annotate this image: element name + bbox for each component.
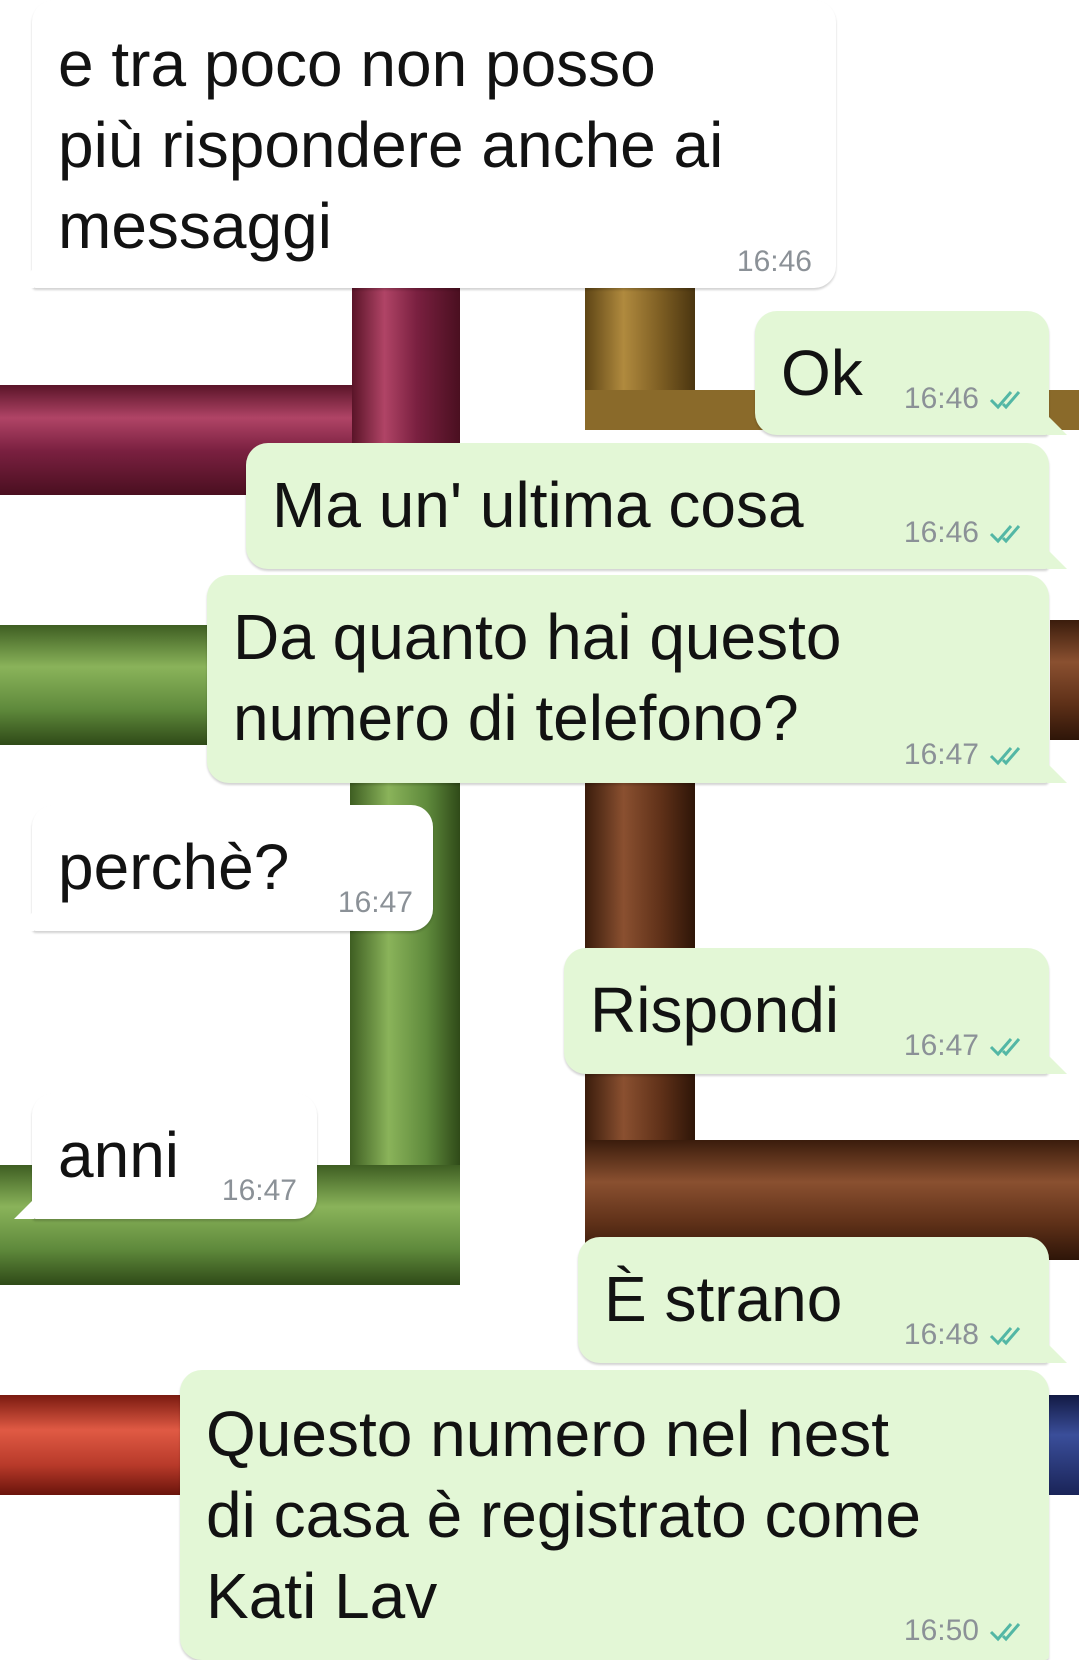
message-time: 16:47 xyxy=(337,886,413,919)
message-time: 16:46 xyxy=(903,516,979,549)
double-check-icon xyxy=(989,525,1021,544)
message-meta: 16:47 xyxy=(222,1175,297,1207)
chat-message-list: e tra poco non posso più rispondere anch… xyxy=(0,0,1079,1660)
message-bubble-outgoing[interactable]: Ma un' ultima cosa 16:46 xyxy=(246,443,1067,569)
double-check-icon xyxy=(989,1327,1021,1346)
message-time: 16:47 xyxy=(221,1174,297,1207)
message-text: Rispondi xyxy=(590,974,840,1046)
message-text: È strano xyxy=(604,1263,843,1335)
message-text: Questo numero nel nest di casa è registr… xyxy=(206,1398,921,1632)
message-bubble-incoming[interactable]: perchè? 16:47 xyxy=(14,805,433,931)
double-check-icon xyxy=(989,747,1021,766)
message-time: 16:50 xyxy=(903,1614,979,1647)
message-meta: 16:47 xyxy=(338,887,413,919)
message-bubble-outgoing[interactable]: Questo numero nel nest di casa è registr… xyxy=(180,1370,1049,1660)
message-text: Ok xyxy=(781,337,863,409)
message-time: 16:46 xyxy=(903,382,979,415)
double-check-icon xyxy=(989,391,1021,410)
message-time: 16:47 xyxy=(903,1029,979,1062)
message-bubble-incoming[interactable]: e tra poco non posso più rispondere anch… xyxy=(14,0,836,288)
message-bubble-outgoing[interactable]: Ok 16:46 xyxy=(755,311,1067,435)
message-time: 16:46 xyxy=(736,245,812,278)
double-check-icon xyxy=(989,1623,1021,1642)
message-meta: 16:46 xyxy=(737,246,812,278)
message-meta: 16:50 xyxy=(904,1615,1033,1647)
message-text: perchè? xyxy=(58,831,290,903)
message-meta: 16:47 xyxy=(904,739,1033,771)
message-meta: 16:48 xyxy=(904,1319,1033,1351)
message-bubble-outgoing[interactable]: Da quanto hai questo numero di telefono?… xyxy=(207,575,1067,783)
double-check-icon xyxy=(989,1038,1021,1057)
message-bubble-incoming[interactable]: anni 16:47 xyxy=(14,1093,317,1219)
message-bubble-outgoing[interactable]: È strano 16:48 xyxy=(578,1237,1067,1363)
message-text: Ma un' ultima cosa xyxy=(272,469,804,541)
message-meta: 16:46 xyxy=(904,517,1033,549)
message-meta: 16:46 xyxy=(904,383,1033,415)
message-time: 16:48 xyxy=(903,1318,979,1351)
message-text: e tra poco non posso più rispondere anch… xyxy=(58,28,724,262)
message-text: Da quanto hai questo numero di telefono? xyxy=(233,601,842,754)
message-time: 16:47 xyxy=(903,738,979,771)
message-text: anni xyxy=(58,1119,179,1191)
message-meta: 16:47 xyxy=(904,1030,1033,1062)
message-bubble-outgoing[interactable]: Rispondi 16:47 xyxy=(564,948,1067,1074)
